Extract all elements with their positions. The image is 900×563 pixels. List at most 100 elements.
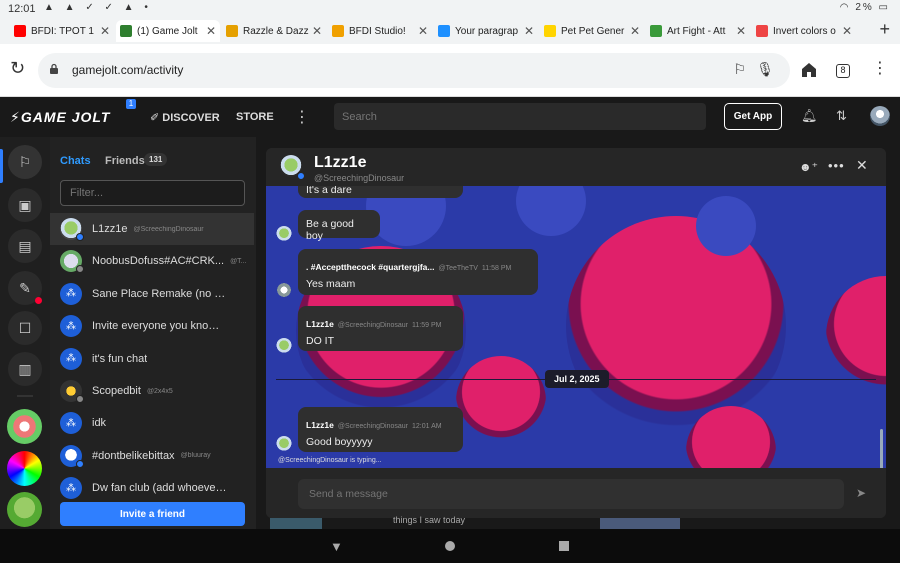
add-members-icon[interactable]: ☻⁺	[799, 160, 818, 174]
get-app-button[interactable]: Get App	[724, 103, 782, 130]
chat-list-item[interactable]: ⁂ Dw fan club (add whoever you...	[50, 472, 254, 504]
tab-favicon-icon	[14, 25, 26, 37]
chat-list-item[interactable]: ⁂ Sane Place Remake (no invitin...	[50, 278, 254, 310]
message-author-avatar[interactable]	[276, 226, 292, 242]
browser-tab[interactable]: (1) Game Jolt ✕	[116, 20, 220, 42]
site-search-input[interactable]	[334, 103, 706, 130]
message-text: DO IT	[306, 335, 334, 347]
close-tab-icon[interactable]: ✕	[735, 24, 747, 38]
close-tab-icon[interactable]: ✕	[523, 24, 535, 38]
rail-activity-button[interactable]: ⚐	[8, 145, 42, 179]
chat-options-icon[interactable]: •••	[828, 158, 845, 173]
chat-list-item[interactable]: Scopedbit @2x4x5	[50, 375, 254, 407]
browser-tab[interactable]: BFDI Studio! ✕	[328, 20, 432, 42]
tab-switcher-button[interactable]: 8	[836, 64, 850, 78]
close-tab-icon[interactable]: ✕	[417, 24, 429, 38]
close-tab-icon[interactable]: ✕	[629, 24, 641, 38]
chat-partner-handle: @ScreechingDinosaur	[314, 173, 405, 183]
group-chat-icon: ⁂	[60, 282, 82, 305]
message-bubble[interactable]: . #Acceptthecock #quartergjfa... @TeeTheT…	[298, 249, 538, 295]
chat-name: idk	[92, 417, 107, 430]
recents-icon[interactable]	[559, 541, 569, 551]
chat-icon: ☐	[18, 319, 32, 336]
address-bar[interactable]: gamejolt.com/activity ⚐ 🎙	[38, 53, 790, 88]
chat-list-item[interactable]: L1zz1e @ScreechingDinosaur	[50, 213, 254, 245]
back-icon[interactable]: ▼	[330, 539, 343, 554]
nav-more-icon[interactable]: ⋮	[294, 107, 310, 127]
background-bubble	[456, 356, 546, 446]
message-author-avatar[interactable]	[276, 338, 292, 354]
tab-chats[interactable]: Chats	[60, 155, 91, 167]
message-author-avatar[interactable]	[276, 436, 292, 452]
browser-tab[interactable]: Invert colors o ✕	[752, 20, 856, 42]
rail-divider	[17, 395, 33, 397]
bookmark-icon[interactable]: ⚐	[733, 61, 746, 78]
message-scrollbar[interactable]	[880, 429, 883, 468]
browser-tab[interactable]: BFDI: TPOT 1 ✕	[10, 20, 114, 42]
browser-menu-icon[interactable]: ⋮	[872, 58, 888, 78]
rail-community-avatar-2[interactable]	[7, 451, 42, 486]
browser-tab[interactable]: Razzle & Dazz ✕	[222, 20, 326, 42]
message-text: Good boyyyyy	[306, 436, 373, 448]
close-tab-icon[interactable]: ✕	[841, 24, 853, 38]
microphone-icon[interactable]: 🎙	[756, 61, 774, 78]
tab-favicon-icon	[226, 25, 238, 37]
chat-name: Invite everyone you know! (#1)	[92, 320, 227, 333]
home-circle-icon[interactable]	[445, 541, 455, 551]
close-tab-icon[interactable]: ✕	[99, 24, 111, 38]
invite-friend-button[interactable]: Invite a friend	[60, 502, 245, 526]
home-icon[interactable]	[800, 61, 818, 79]
message-text: Be a good boy	[306, 218, 354, 242]
nav-discover[interactable]: ✐ DISCOVER	[150, 111, 220, 124]
chat-filter-input[interactable]	[60, 180, 245, 206]
message-area[interactable]: It's a dare Be a good boy . #Accepttheco…	[266, 186, 886, 468]
close-tab-icon[interactable]: ✕	[205, 24, 217, 38]
url-text[interactable]: gamejolt.com/activity	[72, 63, 183, 77]
message-timestamp: 11:59 PM	[412, 322, 442, 329]
tab-title: BFDI Studio!	[349, 25, 406, 37]
rail-stats-button[interactable]: ▥	[8, 352, 42, 386]
rail-community-avatar-3[interactable]	[7, 492, 42, 527]
rail-library-button[interactable]: ▤	[8, 229, 42, 263]
send-icon[interactable]: ➤	[856, 486, 866, 500]
message-author-name[interactable]: . #Acceptthecock #quartergjfa...	[306, 262, 435, 272]
chat-list-item[interactable]: NoobusDofuss#AC#CRK... @T...	[50, 245, 254, 277]
message-author-avatar[interactable]	[276, 282, 292, 298]
message-bubble[interactable]: L1zz1e @ScreechingDinosaur 11:59 PM DO IT	[298, 306, 463, 351]
rail-community-avatar-1[interactable]	[7, 409, 42, 444]
chat-list-item[interactable]: #dontbelikebittax @bluuray	[50, 440, 254, 472]
notifications-bell-icon[interactable]: 🔔︎	[801, 108, 818, 124]
message-composer: ➤	[266, 468, 886, 518]
chat-list-item[interactable]: ⁂ Invite everyone you know! (#1)	[50, 310, 254, 342]
rail-store-button[interactable]: ▣	[8, 188, 42, 222]
nav-store[interactable]: STORE	[236, 111, 274, 123]
site-info-icon[interactable]	[49, 63, 59, 74]
message-bubble[interactable]: Be a good boy	[298, 210, 380, 242]
rail-chat-button[interactable]: ☐	[8, 311, 42, 345]
friend-requests-icon[interactable]: ⇅	[836, 108, 847, 124]
typing-indicator: @ScreechingDinosaur is typing...	[278, 457, 382, 464]
notification-icons: ▲ ▲ ✓ ✓ ▲ •	[44, 2, 152, 13]
new-tab-icon[interactable]: +	[879, 19, 890, 40]
gamejolt-logo-text: GAME JOLT	[20, 109, 111, 125]
tab-favicon-icon	[650, 25, 662, 37]
online-status-dot	[297, 172, 305, 180]
message-bubble[interactable]: L1zz1e @ScreechingDinosaur 12:01 AM Good b…	[298, 407, 463, 452]
chat-list-item[interactable]: ⁂ it's fun chat	[50, 343, 254, 375]
reload-icon[interactable]: ↻	[10, 58, 25, 79]
close-chat-icon[interactable]: ✕	[856, 157, 868, 174]
feed-post-text-peek: things I saw today	[393, 515, 466, 525]
chat-partner-name[interactable]: L1zz1e	[314, 154, 366, 172]
message-author-name[interactable]: L1zz1e	[306, 420, 334, 430]
chat-list-item[interactable]: ⁂ idk	[50, 407, 254, 439]
message-author-name[interactable]: L1zz1e	[306, 319, 334, 329]
message-bubble[interactable]: It's a dare	[298, 186, 463, 198]
user-avatar[interactable]	[870, 106, 890, 126]
browser-tab[interactable]: Your paragrap ✕	[434, 20, 538, 42]
tab-friends[interactable]: Friends	[105, 155, 145, 167]
message-input[interactable]	[298, 479, 844, 509]
browser-tab[interactable]: Pet Pet Gener ✕	[540, 20, 644, 42]
close-tab-icon[interactable]: ✕	[311, 24, 323, 38]
gamejolt-logo[interactable]: ⚡GAME JOLT	[10, 109, 110, 126]
browser-tab[interactable]: Art Fight - Att ✕	[646, 20, 750, 42]
